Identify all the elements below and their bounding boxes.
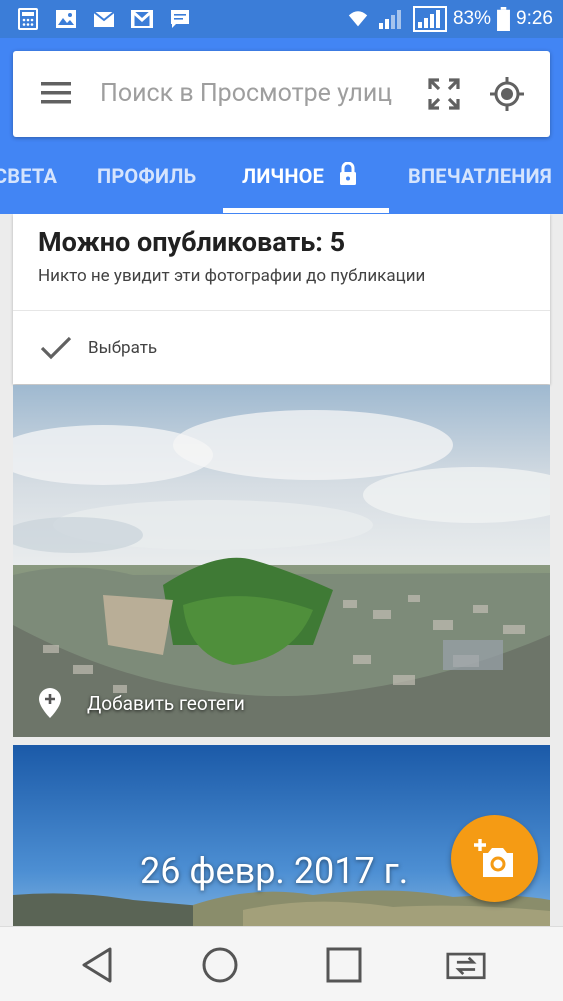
publish-title: Можно опубликовать: 5: [38, 226, 346, 258]
tab-impressions[interactable]: Впечатления: [408, 150, 552, 214]
my-location-icon[interactable]: [489, 76, 525, 112]
home-icon[interactable]: [200, 945, 240, 985]
add-camera-icon: [474, 839, 513, 877]
system-icons: 83% 9:26: [345, 6, 553, 32]
menu-icon[interactable]: [41, 81, 71, 105]
tab-bar: Света Профиль Личное Впечатления: [0, 150, 563, 214]
publish-card: Можно опубликовать: 5 Никто не увидит эт…: [13, 214, 550, 384]
add-geotags-button[interactable]: Добавить геотеги: [37, 685, 245, 721]
add-geotags-label: Добавить геотеги: [87, 691, 245, 715]
add-location-icon: [39, 688, 61, 718]
select-button[interactable]: Выбрать: [88, 338, 157, 358]
signal-icon-sim2: [412, 6, 447, 32]
photo-date-label: 26 февр. 2017 г.: [140, 850, 409, 892]
wifi-icon: [348, 11, 368, 27]
fullscreen-icon[interactable]: [428, 78, 460, 110]
signal-icon: [378, 10, 401, 29]
check-icon[interactable]: [40, 336, 72, 360]
search-input[interactable]: Поиск в Просмотре улиц: [100, 79, 405, 108]
mail-icon: [93, 11, 115, 27]
gmail-icon: [131, 10, 153, 28]
back-icon[interactable]: [78, 945, 118, 985]
dual-window-icon[interactable]: [446, 945, 486, 985]
publish-subtitle: Никто не увидит эти фотографии до публик…: [38, 266, 426, 286]
recents-icon[interactable]: [324, 945, 364, 985]
navigation-bar: [0, 926, 563, 1001]
divider: [13, 310, 550, 311]
tab-private-label: Личное: [242, 164, 325, 188]
battery-icon: [497, 7, 510, 31]
tab-sveta[interactable]: Света: [0, 150, 57, 214]
lock-icon: [340, 162, 357, 185]
panorama-photo[interactable]: Добавить геотеги: [13, 385, 550, 737]
battery-percent: 83%: [452, 8, 492, 29]
tab-indicator: [223, 208, 389, 213]
search-card: Поиск в Просмотре улиц: [13, 51, 550, 137]
message-icon: [171, 10, 189, 28]
tab-private[interactable]: Личное: [242, 150, 358, 214]
calculator-icon: [18, 8, 38, 30]
notification-icons: [16, 7, 192, 31]
add-photo-button[interactable]: [451, 815, 538, 902]
tab-profile[interactable]: Профиль: [97, 150, 196, 214]
clock: 9:26: [516, 8, 553, 29]
status-bar: 83% 9:26: [0, 0, 563, 38]
gallery-icon: [56, 10, 76, 28]
